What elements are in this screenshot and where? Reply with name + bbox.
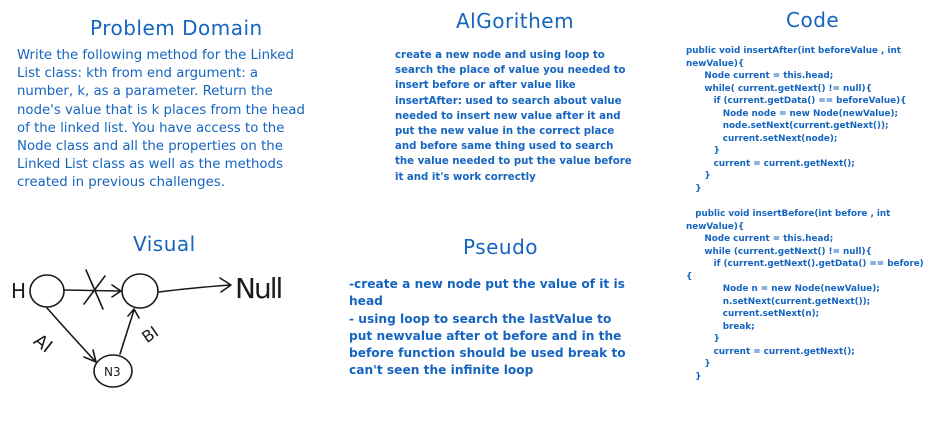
visual-heading: Visual <box>133 232 196 256</box>
head-to-new-node-arrow <box>46 307 97 363</box>
code-insert-before: public void insertBefore(int before , in… <box>686 209 924 382</box>
head-label: H <box>11 279 26 303</box>
null-arrow <box>158 277 232 293</box>
arrow-b-label: BI <box>138 322 162 347</box>
algorithm-heading: AlGorithem <box>456 9 575 33</box>
problem-domain-text: Write the following method for the Linke… <box>17 48 305 191</box>
code-heading: Code <box>786 8 840 32</box>
algorithm-text: create a new node and using loop to sear… <box>395 50 632 183</box>
code-insert-after: public void insertAfter(int beforeValue … <box>686 46 907 194</box>
new-node-to-second-arrow <box>119 308 140 355</box>
pseudo-text: -create a new node put the value of it i… <box>349 277 626 378</box>
head-node-circle <box>29 274 65 308</box>
problem-domain-heading: Problem Domain <box>90 16 263 40</box>
link-cross-mark <box>83 269 106 310</box>
second-node-circle <box>121 273 159 309</box>
arrow-a-label: AI <box>29 330 56 357</box>
linked-list-sketch: H Null AI BI N3 <box>11 269 283 388</box>
null-label: Null <box>235 272 281 305</box>
new-node-label: N3 <box>104 365 121 379</box>
pseudo-heading: Pseudo <box>463 235 539 259</box>
